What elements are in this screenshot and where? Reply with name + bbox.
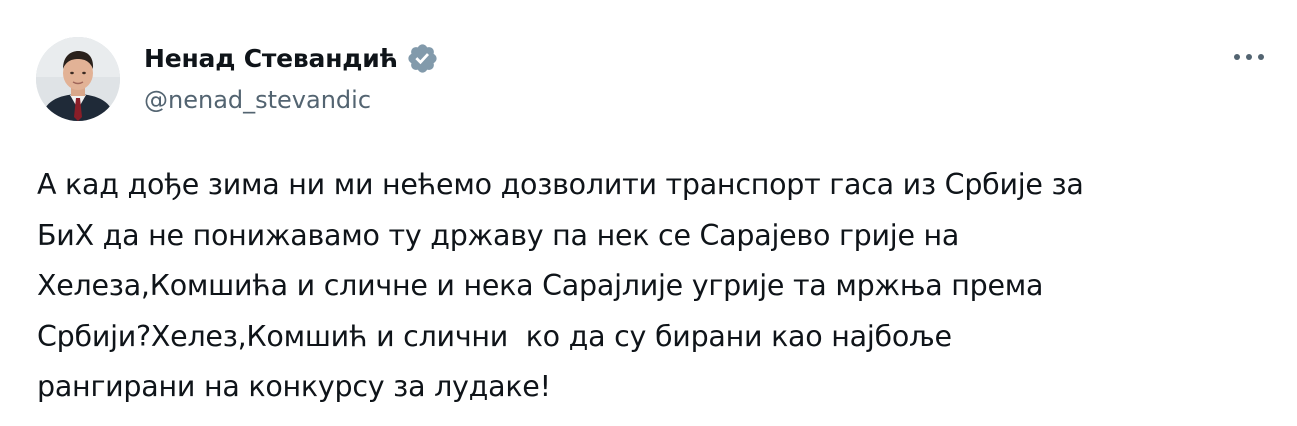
tweet-card: Ненад Стевандић @nenad_stevandic А кад д…: [0, 0, 1297, 426]
tweet-text-line: А кад дође зима ни ми нећемо дозволити т…: [37, 168, 1084, 201]
tweet-text: А кад дође зима ни ми нећемо дозволити т…: [37, 160, 1247, 413]
tweet-text-line: рангирани на конкурсу за лудаке!: [37, 370, 551, 403]
tweet-text-line: Србији?Хелез,Комшић и слични ко да су би…: [37, 319, 952, 353]
more-horizontal-icon: [1234, 54, 1264, 60]
tweet-text-line: Хелеза,Комшића и сличне и нека Сарајлије…: [37, 269, 1044, 302]
author-display-name[interactable]: Ненад Стевандић: [144, 44, 398, 73]
verified-badge-icon[interactable]: [406, 42, 439, 75]
tweet-text-line: БиХ да не понижавамо ту државу па нек се…: [37, 218, 960, 252]
avatar[interactable]: [36, 37, 120, 121]
more-options-button[interactable]: [1230, 40, 1268, 74]
author-name-row: Ненад Стевандић: [144, 40, 439, 76]
author-handle[interactable]: @nenad_stevandic: [144, 86, 371, 114]
avatar-photo: [36, 37, 120, 121]
